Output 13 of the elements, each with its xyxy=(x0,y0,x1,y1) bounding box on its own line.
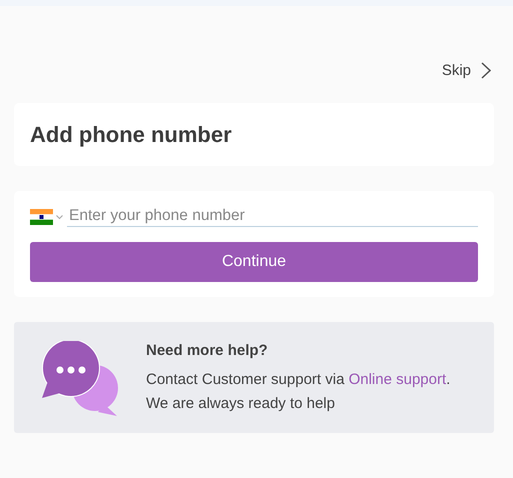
chat-bubbles-icon xyxy=(42,341,118,417)
online-support-link[interactable]: Online support xyxy=(348,371,446,388)
help-text: Contact Customer support via Online support. xyxy=(146,370,450,390)
help-heading: Need more help? xyxy=(146,342,269,359)
help-note: We are always ready to help xyxy=(146,394,336,414)
caret-icon xyxy=(56,214,63,220)
continue-button[interactable]: Continue xyxy=(30,242,478,282)
page-title: Add phone number xyxy=(30,122,232,148)
flag-icon xyxy=(30,209,53,225)
country-picker[interactable] xyxy=(30,209,63,225)
phone-input[interactable]: Enter your phone number xyxy=(67,207,478,227)
skip-link[interactable]: Skip xyxy=(442,58,491,82)
chevron-right-icon xyxy=(481,62,491,78)
